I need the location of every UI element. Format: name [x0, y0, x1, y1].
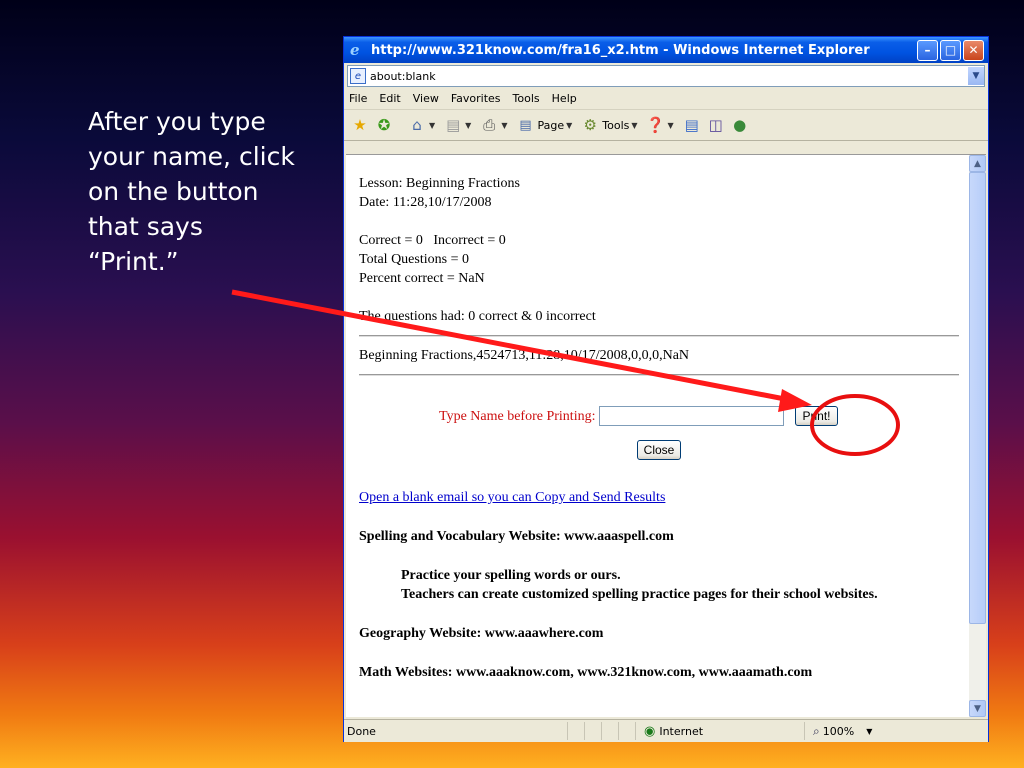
window-title: http://www.321know.com/fra16_x2.htm - Wi…	[371, 42, 870, 58]
lesson-line: Lesson: Beginning Fractions	[359, 176, 520, 191]
research-icon[interactable]: ▤	[683, 116, 701, 134]
status-bar: Done ◉ Internet ⌕ 100% ▼	[344, 719, 988, 742]
address-bar[interactable]: e about:blank ▼	[347, 65, 985, 87]
page-menu-icon[interactable]: ▤	[516, 116, 534, 134]
print-button[interactable]: Print!	[795, 406, 838, 426]
print-icon[interactable]: ⎙	[480, 116, 498, 134]
menu-help[interactable]: Help	[551, 92, 584, 105]
page-icon: e	[350, 68, 366, 84]
zoom-control[interactable]: ⌕ 100% ▼	[804, 722, 872, 740]
print-dropdown-icon[interactable]: ▼	[501, 121, 507, 130]
feeds-icon[interactable]: ▤	[444, 116, 462, 134]
menu-tools[interactable]: Tools	[512, 92, 547, 105]
name-input[interactable]	[599, 406, 785, 426]
add-favorites-icon[interactable]: ✪	[375, 116, 393, 134]
percent-correct-line: Percent correct = NaN	[359, 271, 485, 286]
total-questions-line: Total Questions = 0	[359, 252, 469, 267]
command-toolbar: ★ ✪ ⌂ ▼ ▤ ▼ ⎙ ▼ ▤ Page ▼ ⚙ Tools ▼ ❓ ▼ ▤…	[344, 110, 988, 141]
page-menu-label[interactable]: Page	[537, 119, 564, 132]
ie-logo-icon: e	[350, 41, 360, 59]
bookmarks-icon[interactable]: ◫	[707, 116, 725, 134]
maximize-button[interactable]: □	[940, 39, 961, 61]
spelling-line-1: Practice your spelling words or ours.	[401, 568, 621, 583]
page-dropdown-icon[interactable]: ▼	[566, 121, 572, 130]
vertical-scrollbar[interactable]: ▲ ▼	[969, 155, 986, 717]
result-string: Beginning Fractions,4524713,11:28,10/17/…	[359, 348, 690, 363]
close-button[interactable]: Close	[636, 440, 682, 460]
security-zone[interactable]: ◉ Internet	[635, 722, 804, 740]
divider-top	[359, 335, 959, 337]
spelling-line-2: Teachers can create customized spelling …	[401, 587, 878, 602]
spelling-heading: Spelling and Vocabulary Website: www.aaa…	[359, 529, 674, 544]
scroll-down-icon[interactable]: ▼	[969, 700, 986, 717]
menu-bar: File Edit View Favorites Tools Help	[344, 87, 988, 110]
address-dropdown-icon[interactable]: ▼	[968, 67, 984, 85]
menu-file[interactable]: File	[348, 92, 374, 105]
home-icon[interactable]: ⌂	[408, 116, 426, 134]
print-row: Type Name before Printing: Print!	[439, 406, 959, 426]
menu-edit[interactable]: Edit	[378, 92, 407, 105]
instruction-text: After you type your name, click on the b…	[88, 107, 295, 276]
zoom-dropdown-icon[interactable]: ▼	[866, 727, 872, 736]
home-dropdown-icon[interactable]: ▼	[429, 121, 435, 130]
browser-window: e http://www.321know.com/fra16_x2.htm - …	[343, 36, 989, 742]
close-window-button[interactable]: ✕	[963, 39, 984, 61]
messenger-icon[interactable]: ●	[731, 116, 749, 134]
scroll-thumb[interactable]	[969, 172, 986, 624]
status-text: Done	[347, 724, 376, 738]
menu-view[interactable]: View	[412, 92, 446, 105]
address-text[interactable]: about:blank	[370, 70, 968, 83]
date-line: Date: 11:28,10/17/2008	[359, 195, 492, 210]
feeds-dropdown-icon[interactable]: ▼	[465, 121, 471, 130]
type-name-label: Type Name before Printing:	[439, 408, 596, 424]
zoom-icon: ⌕	[813, 723, 820, 738]
email-results-link[interactable]: Open a blank email so you can Copy and S…	[359, 488, 959, 507]
questions-summary-line: The questions had: 0 correct & 0 incorre…	[359, 309, 596, 324]
globe-icon: ◉	[644, 723, 656, 739]
minimize-button[interactable]: –	[917, 39, 938, 61]
math-heading: Math Websites: www.aaaknow.com, www.321k…	[359, 665, 813, 680]
page-content: Lesson: Beginning Fractions Date: 11:28,…	[346, 154, 986, 717]
menu-favorites[interactable]: Favorites	[450, 92, 508, 105]
scroll-up-icon[interactable]: ▲	[969, 155, 986, 172]
tools-gear-icon[interactable]: ⚙	[581, 116, 599, 134]
correct-incorrect-line: Correct = 0 Incorrect = 0	[359, 233, 506, 248]
help-icon[interactable]: ❓	[646, 116, 665, 134]
help-dropdown-icon[interactable]: ▼	[668, 121, 674, 130]
title-bar: e http://www.321know.com/fra16_x2.htm - …	[344, 37, 988, 63]
tools-menu-label[interactable]: Tools	[602, 119, 629, 132]
favorites-star-icon[interactable]: ★	[351, 116, 369, 134]
zone-label: Internet	[659, 724, 704, 738]
divider-bottom	[359, 374, 959, 376]
geography-heading: Geography Website: www.aaawhere.com	[359, 626, 604, 641]
tools-dropdown-icon[interactable]: ▼	[631, 121, 637, 130]
zoom-level: 100%	[822, 724, 855, 738]
